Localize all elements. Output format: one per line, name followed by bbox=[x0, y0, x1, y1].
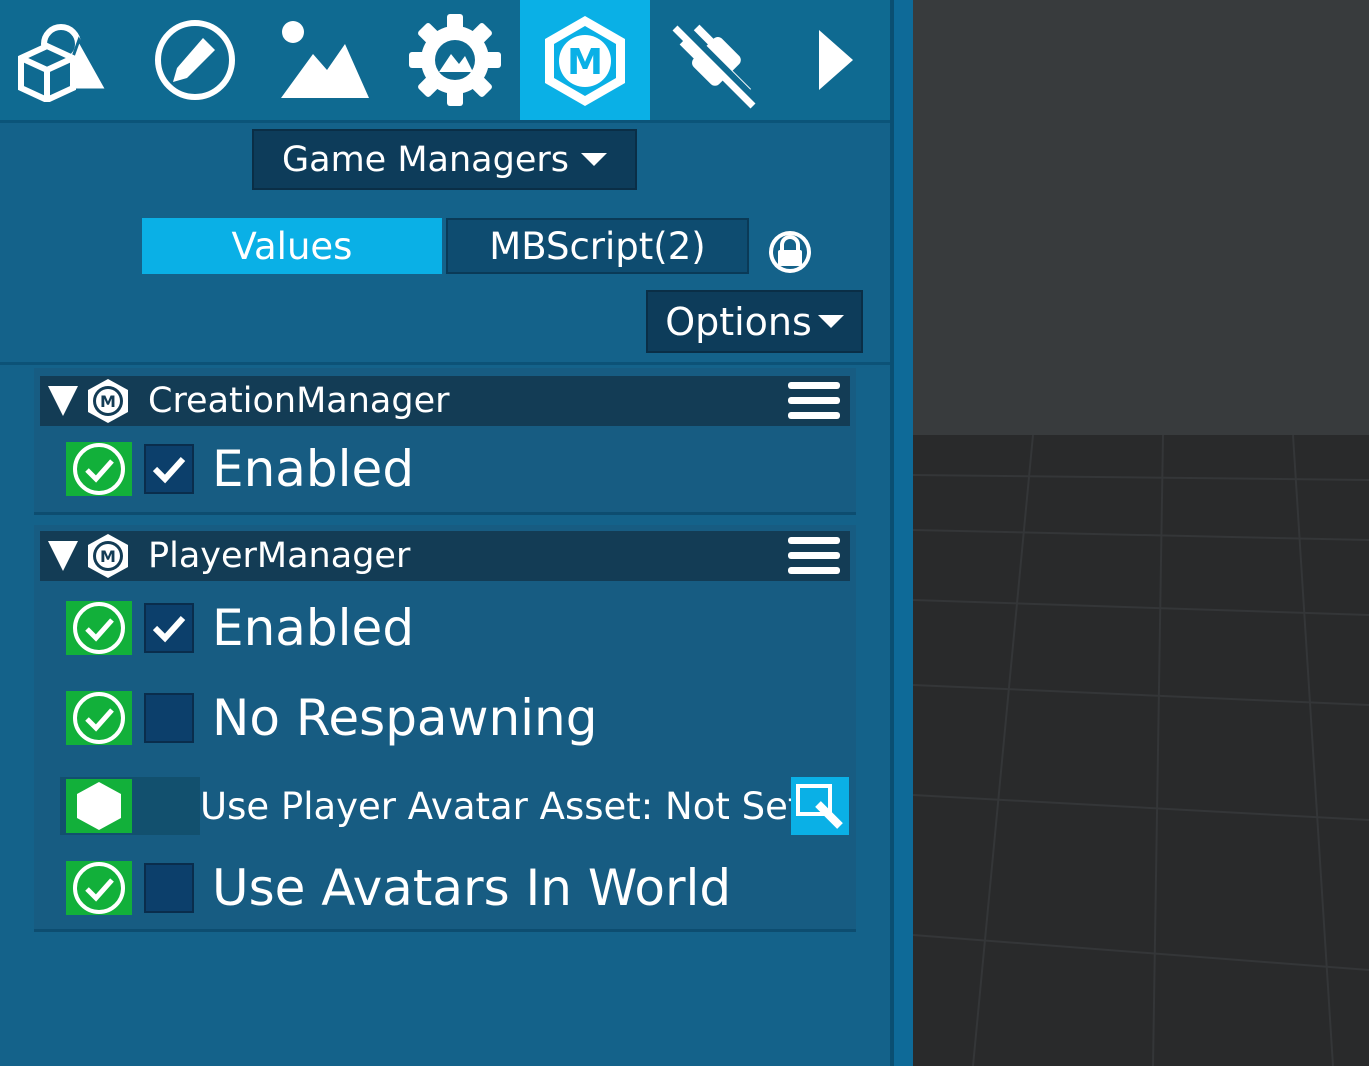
collapse-triangle-icon[interactable] bbox=[48, 541, 78, 571]
manager-badge-letter: M bbox=[100, 547, 116, 566]
asset-picker-icon bbox=[796, 784, 843, 829]
game-managers-m-icon: M bbox=[545, 16, 625, 106]
manager-card-player: M PlayerManager Enabled No Respawning Us… bbox=[34, 525, 856, 932]
edit-pencil-icon bbox=[155, 20, 235, 100]
plugins-tool-button[interactable] bbox=[650, 0, 780, 120]
edit-tool-button[interactable] bbox=[130, 0, 260, 120]
shapes-icon bbox=[18, 24, 110, 102]
plugin-icon bbox=[672, 21, 760, 109]
lock-icon[interactable] bbox=[766, 228, 814, 276]
manager-m-badge-icon: M bbox=[88, 379, 128, 423]
settings-tool-button[interactable] bbox=[390, 0, 520, 120]
manager-title: PlayerManager bbox=[148, 536, 411, 576]
tab-mbscript[interactable]: MBScript(2) bbox=[446, 218, 749, 274]
property-row: Use Avatars In World bbox=[34, 853, 856, 923]
use-avatars-in-world-checkbox[interactable] bbox=[144, 863, 194, 913]
checkmark-icon bbox=[152, 615, 186, 643]
options-label: Options bbox=[665, 299, 812, 344]
enabled-checkbox[interactable] bbox=[144, 444, 194, 494]
property-label: Enabled bbox=[212, 599, 415, 657]
manager-badge-letter: M bbox=[100, 392, 116, 411]
property-label: Use Avatars In World bbox=[212, 859, 732, 917]
asset-picker-button[interactable] bbox=[791, 777, 849, 835]
hamburger-menu-icon[interactable] bbox=[788, 382, 840, 420]
3d-viewport[interactable] bbox=[913, 0, 1369, 1066]
toolbar: M bbox=[0, 0, 890, 120]
property-row-asset: Use Player Avatar Asset: Not Set bbox=[34, 771, 856, 841]
property-row: Enabled bbox=[34, 593, 856, 663]
property-label: Enabled bbox=[212, 440, 415, 498]
manager-type-label: Game Managers bbox=[282, 139, 569, 180]
manager-header: M CreationManager bbox=[40, 376, 850, 426]
settings-gear-icon bbox=[409, 14, 501, 106]
checkmark-icon bbox=[152, 456, 186, 484]
status-check-icon bbox=[66, 691, 132, 745]
manager-header: M PlayerManager bbox=[40, 531, 850, 581]
chevron-down-icon bbox=[817, 315, 844, 328]
header-divider bbox=[0, 362, 890, 365]
viewport-grid bbox=[913, 435, 1369, 1066]
game-managers-tool-button[interactable]: M bbox=[520, 0, 650, 120]
property-row: No Respawning bbox=[34, 683, 856, 753]
manager-card-creation: M CreationManager Enabled bbox=[34, 368, 856, 515]
panel-border bbox=[890, 0, 913, 1066]
hexagon-icon bbox=[66, 779, 132, 833]
manager-type-dropdown[interactable]: Game Managers bbox=[252, 129, 637, 190]
tab-values[interactable]: Values bbox=[142, 218, 442, 274]
no-respawning-checkbox[interactable] bbox=[144, 693, 194, 743]
chevron-down-icon bbox=[580, 153, 607, 166]
status-check-icon bbox=[66, 601, 132, 655]
property-row: Enabled bbox=[34, 434, 856, 504]
toolbar-divider bbox=[0, 120, 890, 123]
manager-m-badge-icon: M bbox=[88, 534, 128, 578]
viewport-sky bbox=[913, 0, 1369, 435]
options-dropdown[interactable]: Options bbox=[646, 290, 863, 353]
terrain-tool-button[interactable] bbox=[260, 0, 390, 120]
shapes-tool-button[interactable] bbox=[0, 0, 130, 120]
manager-title: CreationManager bbox=[148, 381, 450, 421]
m-letter: M bbox=[567, 42, 603, 83]
hamburger-menu-icon[interactable] bbox=[788, 537, 840, 575]
next-tools-button[interactable] bbox=[780, 0, 890, 120]
enabled-checkbox[interactable] bbox=[144, 603, 194, 653]
collapse-triangle-icon[interactable] bbox=[48, 386, 78, 416]
property-label: Use Player Avatar Asset: Not Set bbox=[200, 784, 803, 828]
inspector-panel: M Game Managers Values MBScript(2) Optio… bbox=[0, 0, 890, 1066]
next-arrow-icon bbox=[819, 30, 853, 90]
status-check-icon bbox=[66, 861, 132, 915]
landscape-icon bbox=[281, 21, 369, 98]
property-label: No Respawning bbox=[212, 689, 598, 747]
status-check-icon bbox=[66, 442, 132, 496]
